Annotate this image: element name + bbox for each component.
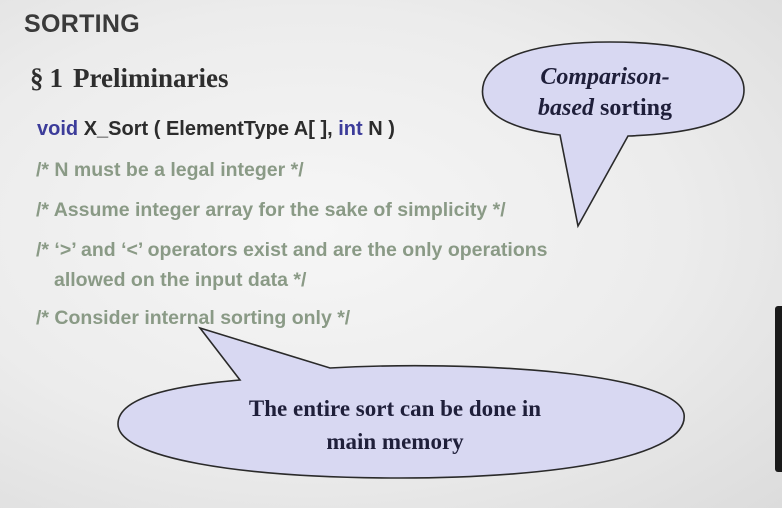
callout-top-text: Comparison- based sorting: [500, 62, 710, 124]
callout-top-line1: Comparison-: [540, 64, 670, 90]
callout-bottom-text: The entire sort can be done in main memo…: [185, 392, 605, 458]
callout-bottom-line2: main memory: [326, 429, 464, 454]
callout-top-line2-italic: based: [538, 95, 594, 121]
callout-top-line2: based sorting: [500, 93, 710, 124]
callout-bottom-line1: The entire sort can be done in: [248, 396, 542, 421]
callout-top-line2-rest: sorting: [594, 95, 672, 121]
window-edge-bar: [775, 306, 782, 472]
